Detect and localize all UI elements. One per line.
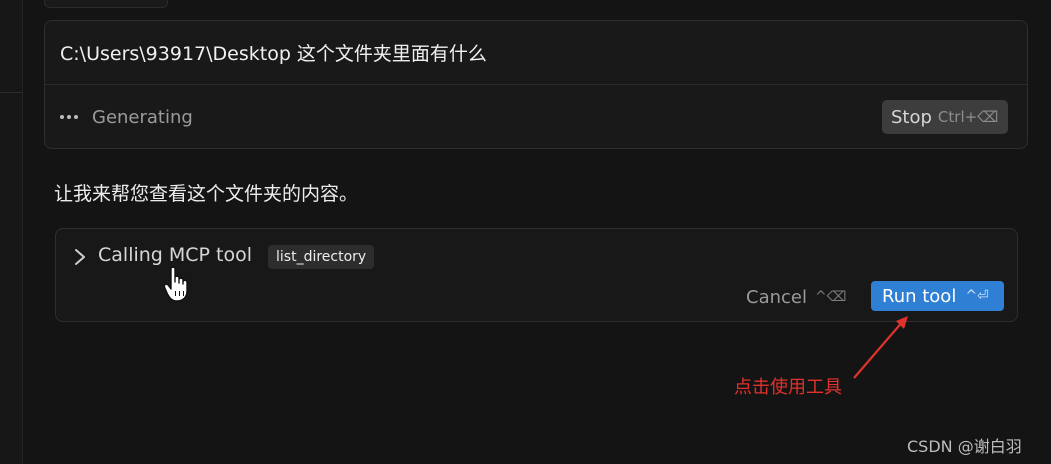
prompt-divider [45, 84, 1027, 85]
user-prompt-card: C:\Users\93917\Desktop 这个文件夹里面有什么 Genera… [44, 20, 1028, 149]
sidebar-divider [0, 92, 22, 93]
annotation-label: 点击使用工具 [734, 377, 842, 398]
stop-button-label: Stop [891, 106, 932, 128]
cancel-button[interactable]: Cancel ^⌫ [746, 283, 847, 311]
generating-status: Generating [92, 107, 193, 128]
stop-button[interactable]: Stop Ctrl+⌫ [882, 100, 1009, 134]
cancel-button-label: Cancel [746, 286, 807, 308]
stop-shortcut: Ctrl+⌫ [937, 108, 999, 126]
arrow-icon [853, 316, 908, 379]
run-tool-button[interactable]: Run tool ^⏎ [871, 281, 1004, 311]
left-sidebar-edge [0, 0, 23, 464]
assistant-message: 让我来帮您查看这个文件夹的内容。 [54, 183, 359, 205]
cancel-shortcut: ^⌫ [814, 289, 847, 305]
tool-name-chip: list_directory [268, 245, 375, 269]
hand-pointer-icon [163, 266, 188, 302]
run-tool-shortcut: ^⏎ [965, 288, 989, 304]
chevron-right-icon[interactable] [72, 247, 88, 267]
tool-call-card: Calling MCP tool list_directory Cancel ^… [55, 228, 1018, 322]
run-tool-button-label: Run tool [882, 285, 957, 307]
watermark: CSDN @谢白羽 [907, 437, 1022, 456]
calling-mcp-tool-label[interactable]: Calling MCP tool [98, 244, 252, 266]
editor-chat-pane: C:\Users\93917\Desktop 这个文件夹里面有什么 Genera… [0, 0, 1051, 464]
previous-chip [44, 0, 168, 8]
user-prompt-text: C:\Users\93917\Desktop 这个文件夹里面有什么 [60, 43, 487, 65]
ellipsis-icon [60, 115, 78, 119]
